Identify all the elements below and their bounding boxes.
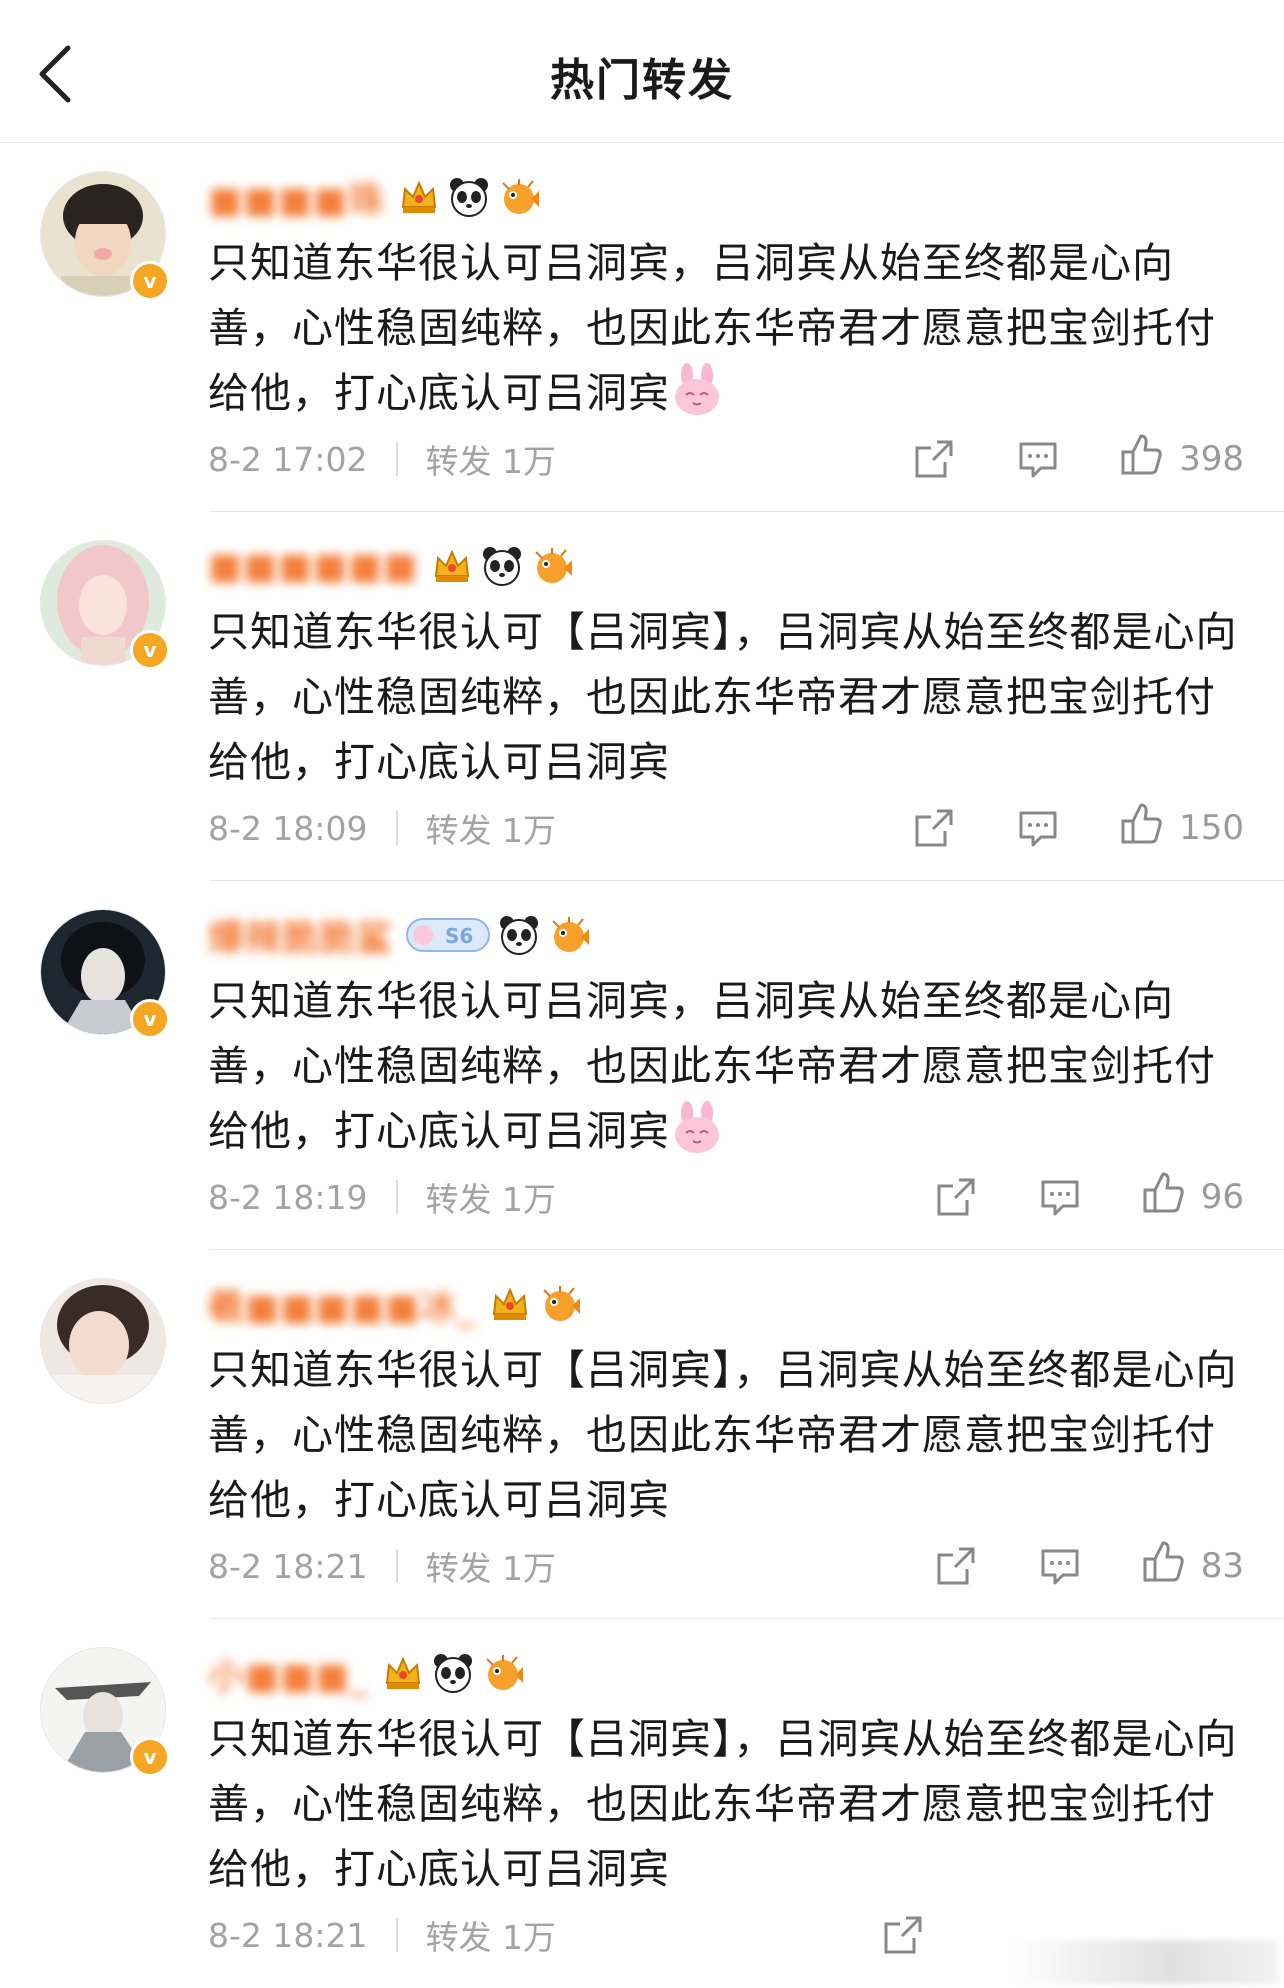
- like-button[interactable]: 96: [1141, 1170, 1244, 1224]
- like-button[interactable]: 150: [1119, 801, 1244, 855]
- avatar[interactable]: v: [40, 1647, 170, 1777]
- post-meta: 8-2 18:09 转发 1万 150: [208, 801, 1244, 855]
- like-button[interactable]: 398: [1119, 432, 1244, 486]
- repost-count: 转发 1万: [425, 1180, 557, 1219]
- username[interactable]: 爆辣脆脆鲨: [208, 909, 393, 961]
- post-content: 只知道东华很认可【吕洞宾】，吕洞宾从始至终都是心向善，心性稳固纯粹，也因此东华帝…: [208, 1715, 1238, 1893]
- repost-count: 转发 1万: [425, 442, 557, 481]
- comment-icon[interactable]: [1037, 1174, 1083, 1220]
- pink-bunny-emoji: [670, 363, 724, 417]
- like-count: 96: [1200, 1177, 1244, 1217]
- post-meta: 8-2 17:02 转发 1万 398: [208, 432, 1244, 486]
- post-date: 8-2 17:02: [208, 439, 368, 479]
- like-count: 398: [1179, 439, 1244, 479]
- repost-item[interactable]: v 小■■■_ 只知道东华很认可【吕洞宾】，吕洞宾从始至终都是心向善，心性稳固纯…: [0, 1619, 1284, 1988]
- divider: [395, 1918, 398, 1952]
- repost-count: 转发 1万: [425, 811, 557, 850]
- share-icon[interactable]: [880, 1912, 926, 1958]
- panda-icon: [431, 1651, 475, 1695]
- thumbs-up-icon: [1119, 801, 1165, 855]
- repost-count: 转发 1万: [425, 1549, 557, 1588]
- crown-badge-icon: [430, 544, 474, 588]
- comment-icon[interactable]: [1015, 805, 1061, 851]
- panda-icon: [497, 913, 541, 957]
- comment-icon[interactable]: [1015, 436, 1061, 482]
- verified-badge-icon: v: [130, 999, 170, 1039]
- crown-badge-icon: [381, 1651, 425, 1695]
- top-nav-bar: 热门转发: [0, 0, 1284, 143]
- post-date: 8-2 18:21: [208, 1915, 368, 1955]
- verified-badge-icon: v: [130, 1737, 170, 1777]
- pink-bunny-emoji: [670, 1101, 724, 1155]
- avatar[interactable]: v: [40, 540, 170, 670]
- divider: [395, 1549, 398, 1583]
- post-meta: 8-2 18:21 转发 1万 83: [208, 1539, 1244, 1593]
- share-icon[interactable]: [933, 1174, 979, 1220]
- like-button[interactable]: 83: [1141, 1539, 1244, 1593]
- verified-badge-icon: v: [130, 630, 170, 670]
- post-content: 只知道东华很认可【吕洞宾】，吕洞宾从始至终都是心向善，心性稳固纯粹，也因此东华帝…: [208, 608, 1238, 786]
- comment-icon[interactable]: [1037, 1543, 1083, 1589]
- s6-badge-icon: S6: [405, 913, 491, 957]
- repost-item[interactable]: 羲■■■■■冰_ 只知道东华很认可【吕洞宾】，吕洞宾从始至终都是心向善，心性稳固…: [0, 1250, 1284, 1619]
- repost-count: 转发 1万: [425, 1918, 557, 1957]
- thumbs-up-icon: [1141, 1170, 1187, 1224]
- repost-item[interactable]: v 爆辣脆脆鲨 S6 只知道东华很认可吕洞宾，吕洞宾从始至终都是心向善，心性稳固…: [0, 881, 1284, 1250]
- like-count: 150: [1179, 808, 1244, 848]
- crown-badge-icon: [488, 1282, 532, 1326]
- share-icon[interactable]: [911, 436, 957, 482]
- puffer-fish-icon: [538, 1282, 582, 1326]
- post-date: 8-2 18:09: [208, 808, 368, 848]
- like-count: 83: [1200, 1546, 1244, 1586]
- page-title: 热门转发: [550, 55, 734, 106]
- verified-badge-icon: v: [130, 261, 170, 301]
- avatar[interactable]: [40, 1278, 168, 1406]
- post-date: 8-2 18:19: [208, 1177, 368, 1217]
- divider: [395, 442, 398, 476]
- repost-feed: v ■■■■珠 只知道东华很认可吕洞宾，吕洞宾从始至终都是心向善，心性稳固纯粹，…: [0, 143, 1284, 1988]
- thumbs-up-icon: [1141, 1539, 1187, 1593]
- repost-item[interactable]: v ■■■■珠 只知道东华很认可吕洞宾，吕洞宾从始至终都是心向善，心性稳固纯粹，…: [0, 143, 1284, 512]
- post-content: 只知道东华很认可【吕洞宾】，吕洞宾从始至终都是心向善，心性稳固纯粹，也因此东华帝…: [208, 1346, 1238, 1524]
- divider: [395, 811, 398, 845]
- share-icon[interactable]: [911, 805, 957, 851]
- watermark: [1008, 1940, 1278, 1984]
- username[interactable]: ■■■■珠: [208, 171, 385, 223]
- panda-icon: [447, 175, 491, 219]
- post-content: 只知道东华很认可吕洞宾，吕洞宾从始至终都是心向善，心性稳固纯粹，也因此东华帝君才…: [208, 239, 1216, 417]
- puffer-fish-icon: [481, 1651, 525, 1695]
- share-icon[interactable]: [933, 1543, 979, 1589]
- svg-text:S6: S6: [445, 924, 473, 948]
- puffer-fish-icon: [547, 913, 591, 957]
- divider: [395, 1180, 398, 1214]
- panda-icon: [480, 544, 524, 588]
- avatar[interactable]: v: [40, 909, 170, 1039]
- username[interactable]: ■■■■■■: [208, 546, 418, 587]
- crown-badge-icon: [397, 175, 441, 219]
- username[interactable]: 羲■■■■■冰_: [208, 1278, 476, 1330]
- post-meta: 8-2 18:19 转发 1万 96: [208, 1170, 1244, 1224]
- post-content: 只知道东华很认可吕洞宾，吕洞宾从始至终都是心向善，心性稳固纯粹，也因此东华帝君才…: [208, 977, 1216, 1155]
- repost-item[interactable]: v ■■■■■■ 只知道东华很认可【吕洞宾】，吕洞宾从始至终都是心向善，心性稳固…: [0, 512, 1284, 881]
- post-date: 8-2 18:21: [208, 1546, 368, 1586]
- username[interactable]: 小■■■_: [208, 1647, 369, 1699]
- thumbs-up-icon: [1119, 432, 1165, 486]
- avatar[interactable]: v: [40, 171, 170, 301]
- puffer-fish-icon: [530, 544, 574, 588]
- puffer-fish-icon: [497, 175, 541, 219]
